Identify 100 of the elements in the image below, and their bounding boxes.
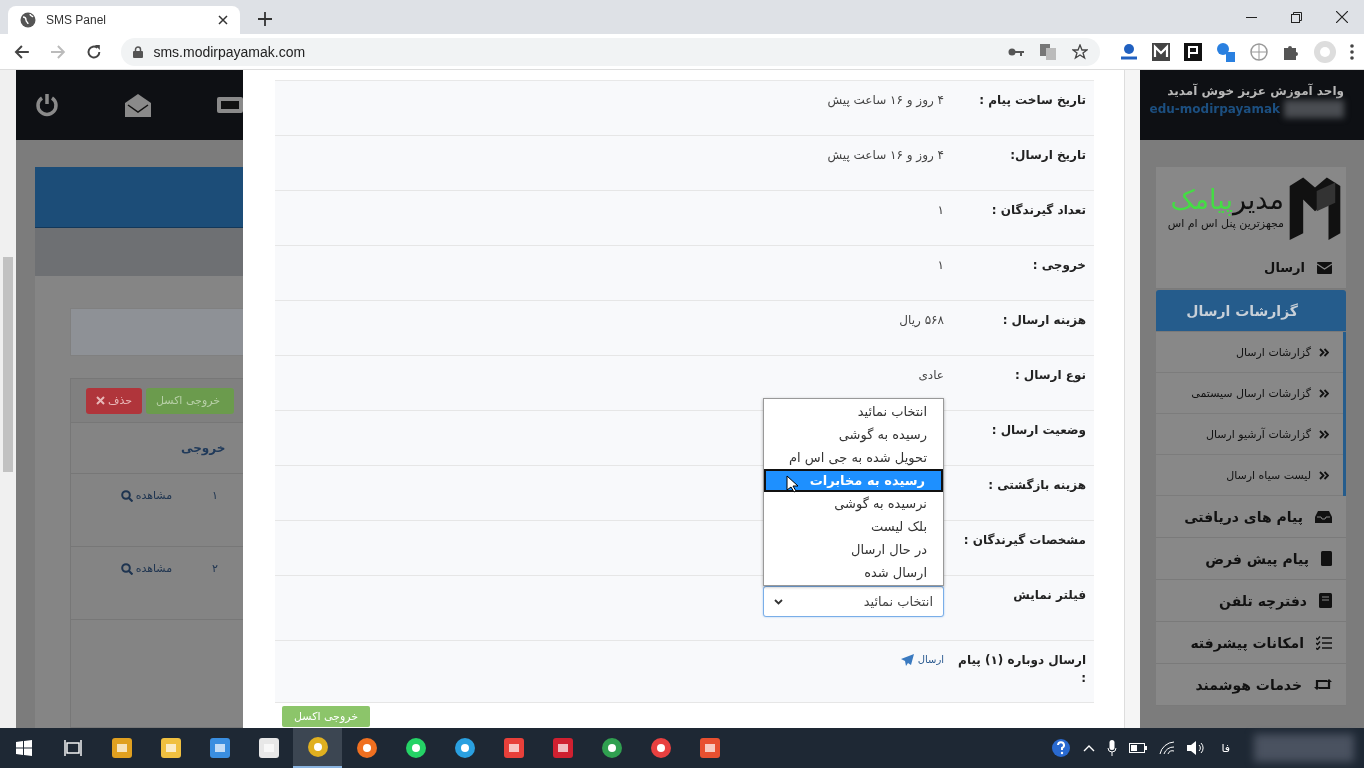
volume-icon[interactable] [1187, 741, 1206, 755]
close-icon[interactable] [218, 15, 228, 25]
app-icon [551, 737, 574, 759]
dropdown-option[interactable]: ارسال شده [764, 561, 943, 584]
restore-icon[interactable] [1291, 11, 1302, 23]
caret-up-icon[interactable] [1083, 744, 1096, 752]
dropdown-option[interactable]: تحویل شده به جی اس ام [764, 446, 943, 469]
field-label: وضعیت ارسال : [990, 422, 1087, 440]
envelope-open-icon[interactable] [125, 93, 151, 117]
flag-icon[interactable] [1184, 42, 1202, 61]
logo-text: مدیر [1232, 184, 1284, 215]
filter-select[interactable]: انتخاب نمائید [763, 586, 944, 617]
book-icon [1319, 593, 1332, 608]
app-icon [404, 737, 427, 759]
extension-icon[interactable] [1120, 42, 1138, 61]
app-icon [502, 737, 525, 759]
username: edu-modirpayamak [1149, 102, 1280, 116]
power-icon[interactable] [35, 93, 59, 117]
star-icon[interactable] [1072, 43, 1088, 60]
column-header: خروجی [181, 441, 226, 455]
scrollbar[interactable] [1124, 70, 1140, 728]
field-value: ۱ [937, 258, 944, 272]
help-icon[interactable] [1051, 738, 1072, 758]
dropdown-option[interactable]: رسیده به گوشی [764, 423, 943, 446]
sidebar-subitem[interactable]: گزارشات ارسال [1156, 332, 1343, 373]
app-icon [208, 737, 231, 759]
field-label: فیلتر نمایش [1012, 587, 1087, 604]
chevron-down-icon [774, 598, 783, 605]
logo-text: پیامک [1170, 184, 1233, 215]
wifi-icon[interactable] [1159, 741, 1176, 755]
field-label: خروجی : [1031, 257, 1087, 275]
dropdown-option[interactable]: رسیده به مخابرات [764, 469, 943, 492]
app-icon [110, 737, 133, 759]
globe-icon[interactable] [1250, 42, 1268, 61]
url-text: sms.modirpayamak.com [153, 43, 306, 60]
sidebar-item[interactable]: گزارشات ارسال [1156, 290, 1346, 332]
language-indicator[interactable]: فا [1221, 741, 1230, 755]
field-label: تعداد گیرندگان : [990, 202, 1087, 219]
send-link[interactable]: ارسال [900, 651, 944, 669]
sidebar-subitem[interactable]: لیست سیاه ارسال [1156, 455, 1343, 496]
dropdown-option[interactable]: انتخاب نمائید [764, 400, 943, 423]
menu-icon[interactable] [1350, 43, 1354, 60]
field-value: ۴ روز و ۱۶ ساعت پیش [827, 93, 944, 107]
key-icon[interactable] [1008, 46, 1024, 57]
field-value: ۵۶۸ ریال [899, 313, 944, 327]
tablet-icon [1321, 551, 1332, 566]
dropdown-option[interactable]: نرسیده به گوشی [764, 492, 943, 515]
dropdown-option[interactable]: در حال ارسال [764, 538, 943, 561]
battery-icon[interactable] [1129, 743, 1148, 753]
welcome-text: واحد آموزش عزیز خوش آمدید [1166, 84, 1344, 98]
field-label: تاریخ ارسال: [1009, 147, 1087, 164]
field-label: نوع ارسال : [1013, 367, 1087, 385]
search-icon [120, 489, 133, 502]
reload-icon[interactable] [85, 43, 102, 60]
taskbar-app[interactable] [293, 728, 342, 768]
mouse-pointer-icon [786, 475, 798, 493]
task-view-icon [63, 740, 82, 756]
sidebar-subitem[interactable]: گزارشات آرشیو ارسال [1156, 414, 1343, 455]
sidebar-item[interactable]: ارسال [1156, 247, 1346, 289]
translate-icon[interactable] [1040, 43, 1056, 60]
field-value: ۱ [937, 203, 944, 217]
sidebar-subitem[interactable]: گزارشات ارسال سیستمی [1156, 373, 1343, 414]
close-icon[interactable] [1336, 11, 1348, 23]
globe-icon [20, 12, 36, 28]
lock-icon [133, 45, 144, 58]
dropdown-option[interactable]: بلک لیست [764, 515, 943, 538]
app-icon [698, 737, 721, 759]
sidebar-item[interactable]: خدمات هوشمند [1156, 664, 1346, 706]
view-link[interactable]: مشاهده [120, 562, 173, 575]
sidebar-item[interactable]: پیام پیش فرض [1156, 538, 1346, 580]
plus-icon[interactable] [258, 12, 272, 26]
back-icon[interactable] [14, 43, 30, 60]
microphone-icon[interactable] [1107, 740, 1118, 756]
scrollbar[interactable] [0, 70, 16, 728]
field-value: ۴ روز و ۱۶ ساعت پیش [827, 148, 944, 162]
sidebar-item[interactable]: دفترچه تلفن [1156, 580, 1346, 622]
field-label: ارسال دوباره (۱) پیام : [957, 652, 1087, 687]
app-icon [306, 736, 329, 758]
extension-icon[interactable] [1152, 42, 1170, 61]
field-label: مشخصات گیرندگان : [962, 532, 1087, 549]
app-icon [600, 737, 623, 759]
inbox-icon [1315, 510, 1332, 523]
close-icon [96, 396, 105, 405]
double-chevron-icon [1319, 388, 1329, 398]
field-label: تاریخ ساخت پیام : [978, 92, 1087, 110]
field-label: هزینه بازگشتی : [987, 477, 1087, 494]
app-icon [159, 737, 182, 759]
sidebar-item[interactable]: امکانات پیشرفته [1156, 622, 1346, 664]
sidebar-item[interactable]: پیام های دریافتی [1156, 496, 1346, 538]
search-icon [120, 562, 133, 575]
windows-start-icon[interactable] [16, 740, 32, 756]
tab-title: SMS Panel [46, 13, 108, 27]
blurred-area [1284, 100, 1344, 118]
ticket-icon[interactable] [217, 95, 243, 115]
browser-tab[interactable]: SMS Panel [8, 6, 240, 34]
double-chevron-icon [1319, 347, 1329, 357]
view-link[interactable]: مشاهده [120, 489, 173, 502]
delete-button[interactable]: حذف [86, 387, 142, 414]
address-bar[interactable]: sms.modirpayamak.com [121, 37, 1100, 66]
double-chevron-icon [1319, 470, 1329, 480]
